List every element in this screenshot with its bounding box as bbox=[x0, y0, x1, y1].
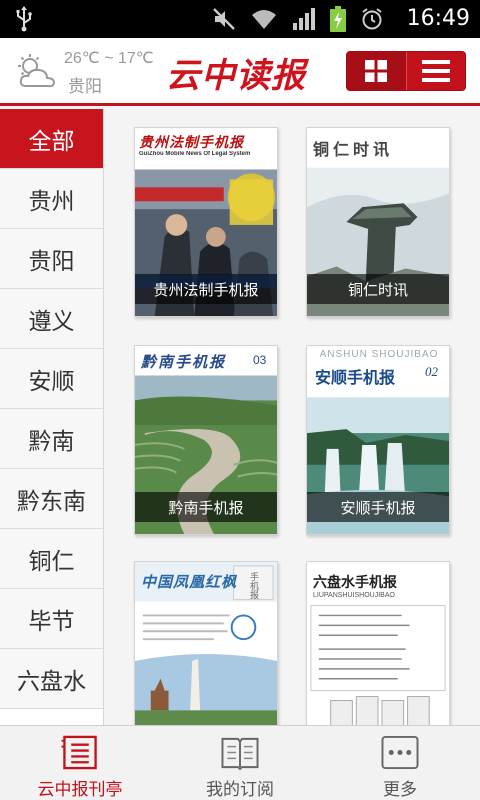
publication-grid: 贵州法制手机报 GuiZhou Mobile News Of Legal Sys… bbox=[104, 109, 480, 725]
bottom-tab-bar: 云中报刊亭 我的订阅 更多 bbox=[0, 725, 480, 800]
sidebar-item-guizhou[interactable]: 贵州 bbox=[0, 169, 103, 229]
tab-label: 更多 bbox=[383, 780, 417, 800]
cover-masthead-sub: LIUPANSHUISHOUJIBAO bbox=[313, 592, 395, 599]
region-sidebar: 全部 贵州 贵阳 遵义 安顺 黔南 黔东南 铜仁 毕节 六盘水 bbox=[0, 109, 104, 725]
sidebar-item-qiannan[interactable]: 黔南 bbox=[0, 409, 103, 469]
cover-issue-number: 03 bbox=[253, 353, 267, 367]
publication-title: 安顺手机报 bbox=[307, 492, 449, 522]
tab-more[interactable]: 更多 bbox=[320, 726, 480, 800]
wifi-icon bbox=[252, 10, 276, 29]
newsstand-icon bbox=[61, 735, 97, 770]
cover-masthead: 黔南手机报 bbox=[141, 353, 227, 371]
publication-card[interactable]: 六盘水手机报 LIUPANSHUISHOUJIBAO bbox=[306, 561, 450, 725]
tab-label: 云中报刊亭 bbox=[37, 780, 123, 800]
app-header: 26℃ ~ 17℃ 贵阳 云中读报 bbox=[0, 38, 480, 106]
cover-issue-number: 02 bbox=[425, 364, 438, 379]
publication-title: 贵州法制手机报 bbox=[135, 274, 277, 304]
list-view-button[interactable] bbox=[407, 52, 466, 90]
sidebar-item-bijie[interactable]: 毕节 bbox=[0, 589, 103, 649]
partly-cloudy-icon bbox=[18, 54, 56, 88]
publication-title: 铜仁时讯 bbox=[307, 274, 449, 304]
sidebar-item-liupanshui[interactable]: 六盘水 bbox=[0, 649, 103, 709]
cover-masthead: 铜仁时讯 bbox=[313, 140, 394, 159]
tab-newsstand[interactable]: 云中报刊亭 bbox=[0, 726, 160, 800]
cover-masthead-sub: GuiZhou Mobile News Of Legal System bbox=[139, 151, 251, 157]
cover-masthead-side: 手机报 bbox=[248, 572, 258, 599]
view-mode-toggle bbox=[346, 51, 466, 91]
cover-masthead-sub: ANSHUN SHOUJIBAO bbox=[319, 349, 439, 360]
mute-icon bbox=[213, 8, 235, 30]
tab-label: 我的订阅 bbox=[206, 780, 274, 800]
usb-icon bbox=[16, 6, 32, 32]
more-icon bbox=[381, 735, 419, 770]
cover-masthead: 安顺手机报 bbox=[315, 370, 396, 387]
book-icon bbox=[221, 737, 259, 771]
sidebar-item-tongren[interactable]: 铜仁 bbox=[0, 529, 103, 589]
cover-masthead: 中国凤凰红枫 bbox=[141, 573, 238, 591]
status-bar: 16:49 bbox=[0, 0, 480, 38]
publication-card[interactable]: 铜仁时讯 铜仁时讯 bbox=[306, 127, 450, 317]
tab-my-subscriptions[interactable]: 我的订阅 bbox=[160, 726, 320, 800]
publication-card[interactable]: 中国凤凰红枫 手机报 bbox=[134, 561, 278, 725]
weather-city: 贵阳 bbox=[68, 77, 102, 97]
sidebar-item-anshun[interactable]: 安顺 bbox=[0, 349, 103, 409]
battery-charging-icon bbox=[330, 6, 346, 32]
cover-masthead: 贵州法制手机报 bbox=[139, 135, 244, 151]
publication-title: 黔南手机报 bbox=[135, 492, 277, 522]
alarm-icon bbox=[362, 8, 382, 30]
grid-view-button[interactable] bbox=[347, 52, 407, 90]
grid-view-icon bbox=[365, 60, 388, 82]
status-time: 16:49 bbox=[406, 6, 470, 31]
cover-masthead: 六盘水手机报 bbox=[313, 574, 397, 590]
sidebar-item-qiandongnan[interactable]: 黔东南 bbox=[0, 469, 103, 529]
sidebar-item-all[interactable]: 全部 bbox=[0, 109, 103, 169]
publication-card[interactable]: 贵州法制手机报 GuiZhou Mobile News Of Legal Sys… bbox=[134, 127, 278, 317]
sidebar-item-zunyi[interactable]: 遵义 bbox=[0, 289, 103, 349]
app-logo: 云中读报 bbox=[166, 56, 306, 96]
signal-icon bbox=[293, 8, 315, 30]
sidebar-item-guiyang[interactable]: 贵阳 bbox=[0, 229, 103, 289]
temperature-range: 26℃ ~ 17℃ bbox=[64, 50, 154, 67]
publication-card[interactable]: 黔南手机报 03 黔南手机报 bbox=[134, 345, 278, 535]
list-view-icon bbox=[421, 60, 450, 82]
publication-card[interactable]: ANSHUN SHOUJIBAO 安顺手机报 02 安顺手机报 bbox=[306, 345, 450, 535]
